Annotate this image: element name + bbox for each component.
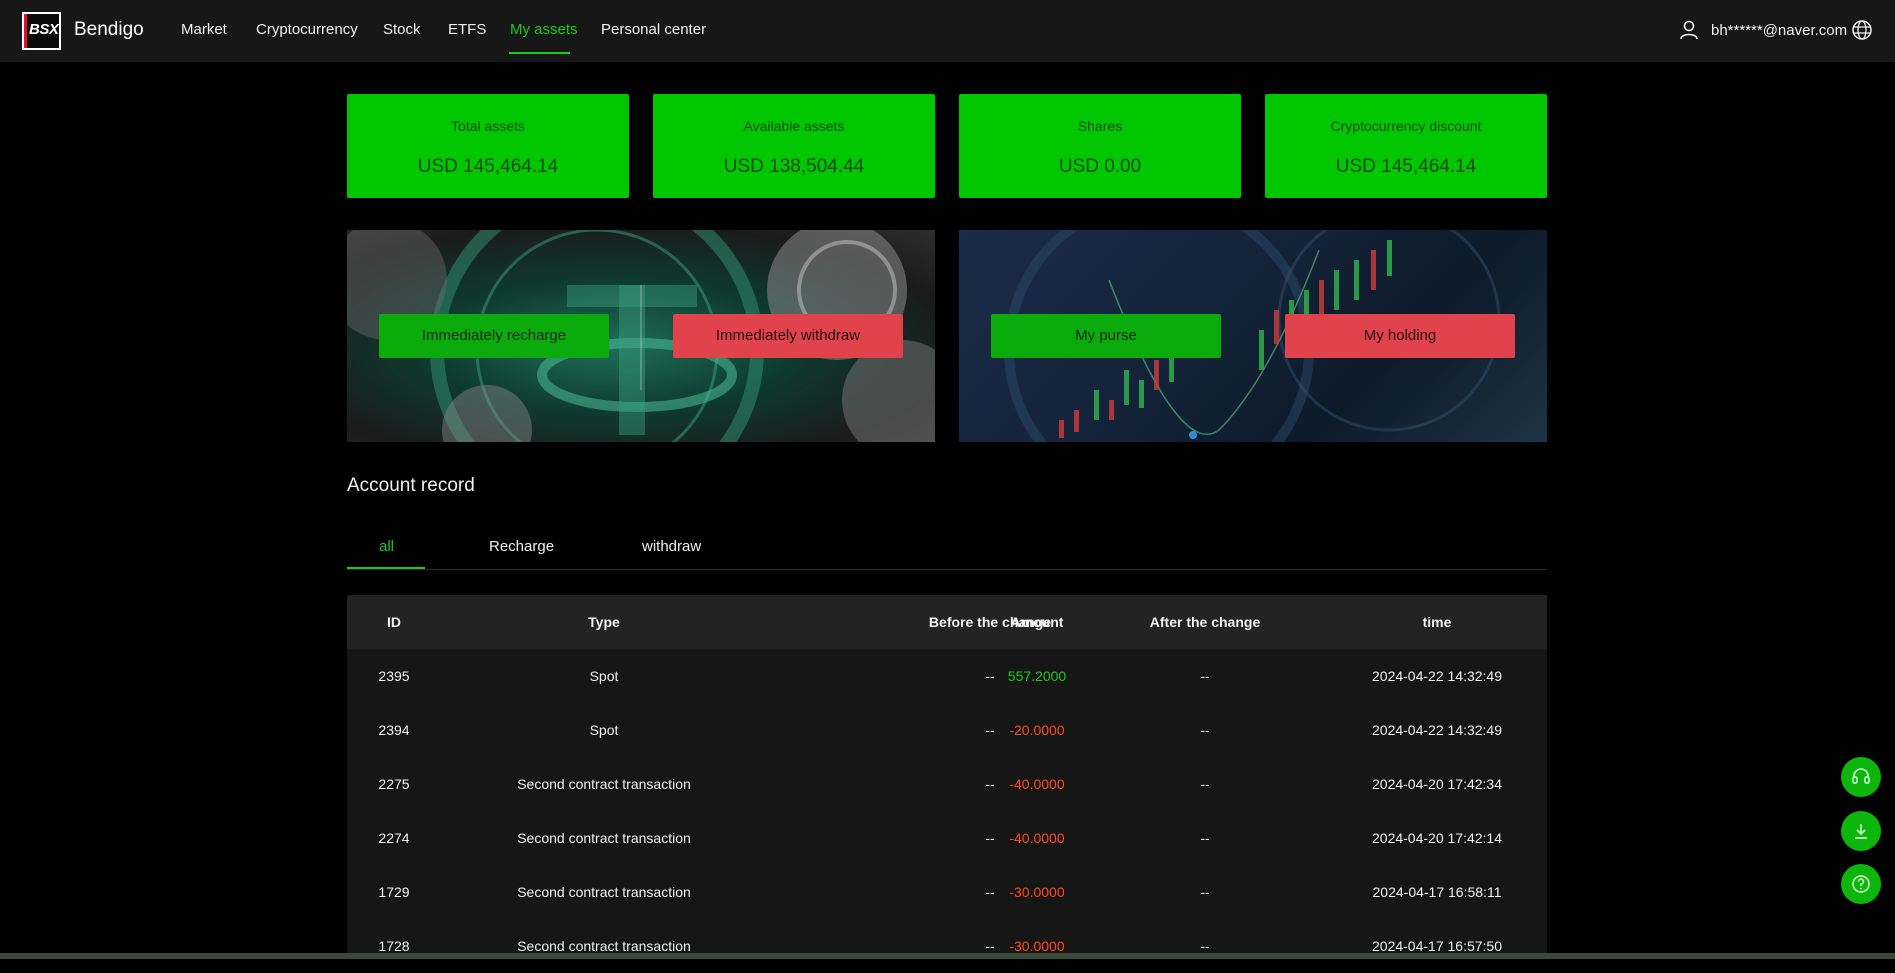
cell-type: Second contract transaction (517, 938, 691, 954)
tabs-divider (347, 569, 1547, 570)
tab-withdraw[interactable]: withdraw (642, 538, 701, 555)
top-nav: BSX Bendigo Market Cryptocurrency Stock … (0, 0, 1895, 62)
cell-before: -- (985, 938, 995, 954)
bottom-strip (0, 953, 1895, 959)
stat-label: Available assets (743, 118, 845, 134)
holding-button[interactable]: My holding (1285, 314, 1515, 358)
cell-id: 2274 (378, 830, 410, 846)
user-email[interactable]: bh******@naver.com (1711, 22, 1847, 39)
stat-value: USD 145,464.14 (417, 156, 559, 177)
cell-id: 1729 (378, 884, 410, 900)
tab-active-underline (347, 567, 425, 569)
stat-value: USD 145,464.14 (1335, 156, 1477, 177)
stat-label: Total assets (451, 118, 525, 134)
account-record-title: Account record (347, 475, 475, 496)
headset-icon (1852, 768, 1870, 784)
help-button[interactable] (1841, 864, 1881, 904)
cell-type: Second contract transaction (517, 830, 691, 846)
stat-card-available-assets: Available assets USD 138,504.44 (653, 94, 935, 198)
withdraw-button[interactable]: Immediately withdraw (673, 314, 903, 358)
tab-recharge[interactable]: Recharge (489, 538, 554, 555)
cell-before: -- (985, 668, 995, 684)
stat-card-total-assets: Total assets USD 145,464.14 (347, 94, 629, 198)
cell-after: -- (1200, 668, 1210, 684)
cell-before: -- (985, 776, 995, 792)
table-row: 1728 Second contract transaction -30.000… (347, 919, 1547, 973)
col-time: time (1422, 614, 1452, 630)
cell-after: -- (1200, 722, 1210, 738)
download-button[interactable] (1841, 811, 1881, 851)
cell-time: 2024-04-20 17:42:34 (1372, 776, 1502, 792)
cell-id: 2395 (378, 668, 410, 684)
cell-id: 2275 (378, 776, 410, 792)
col-before: Before the change (928, 614, 1052, 630)
logo[interactable]: BSX (22, 12, 61, 50)
logo-text: BSX (29, 21, 59, 38)
purse-button[interactable]: My purse (991, 314, 1221, 358)
stat-label: Shares (1077, 118, 1123, 134)
cell-after: -- (1200, 830, 1210, 846)
col-id: ID (387, 614, 401, 630)
stat-value: USD 0.00 (1058, 156, 1142, 177)
banner-purse-holding: My purse My holding (959, 230, 1547, 442)
cell-time: 2024-04-17 16:58:11 (1372, 884, 1502, 900)
nav-personal-center[interactable]: Personal center (601, 21, 706, 38)
download-icon (1855, 824, 1867, 839)
cell-time: 2024-04-22 14:32:49 (1372, 722, 1502, 738)
cell-before: -- (985, 830, 995, 846)
cell-before: -- (985, 884, 995, 900)
cell-type: Second contract transaction (517, 776, 691, 792)
support-button[interactable] (1841, 757, 1881, 797)
cell-after: -- (1200, 776, 1210, 792)
cell-type: Spot (589, 722, 619, 738)
cell-type: Spot (589, 668, 619, 684)
col-type: Type (588, 614, 620, 630)
cell-before: -- (985, 722, 995, 738)
table-row: 2395 Spot 557.2000 -- -- 2024-04-22 14:3… (347, 649, 1547, 703)
nav-etfs[interactable]: ETFS (448, 21, 486, 38)
cell-id: 1728 (378, 938, 410, 954)
table-row: 1729 Second contract transaction -30.000… (347, 865, 1547, 919)
cell-time: 2024-04-20 17:42:14 (1372, 830, 1502, 846)
stat-label: Cryptocurrency discount (1330, 118, 1482, 134)
banner-recharge-withdraw: Immediately recharge Immediately withdra… (347, 230, 935, 442)
cell-time: 2024-04-22 14:32:49 (1372, 668, 1502, 684)
nav-cryptocurrency[interactable]: Cryptocurrency (256, 21, 358, 38)
nav-my-assets[interactable]: My assets (510, 21, 578, 38)
cell-id: 2394 (378, 722, 410, 738)
nav-active-underline (509, 52, 570, 54)
table-header: ID Type Amount Before the change After t… (347, 595, 1547, 649)
stat-value: USD 138,504.44 (723, 156, 865, 177)
table-row: 2275 Second contract transaction -40.000… (347, 757, 1547, 811)
logo-mark: BSX (24, 14, 59, 48)
brand-name[interactable]: Bendigo (74, 19, 144, 41)
recharge-button[interactable]: Immediately recharge (379, 314, 609, 358)
stat-card-shares: Shares USD 0.00 (959, 94, 1241, 198)
col-after: After the change (1149, 614, 1261, 630)
account-record-table: ID Type Amount Before the change After t… (347, 595, 1547, 959)
tab-all[interactable]: all (379, 538, 394, 555)
table-row: 2394 Spot -20.0000 -- -- 2024-04-22 14:3… (347, 703, 1547, 757)
cell-after: -- (1200, 938, 1210, 954)
globe-icon[interactable] (1851, 19, 1873, 41)
question-icon (1852, 875, 1870, 893)
stat-card-cryptocurrency-discount: Cryptocurrency discount USD 145,464.14 (1265, 94, 1547, 198)
cell-time: 2024-04-17 16:57:50 (1372, 938, 1502, 954)
cell-after: -- (1200, 884, 1210, 900)
user-icon[interactable] (1678, 19, 1700, 41)
table-row: 2274 Second contract transaction -40.000… (347, 811, 1547, 865)
nav-market[interactable]: Market (181, 21, 227, 38)
cell-type: Second contract transaction (517, 884, 691, 900)
nav-stock[interactable]: Stock (383, 21, 421, 38)
